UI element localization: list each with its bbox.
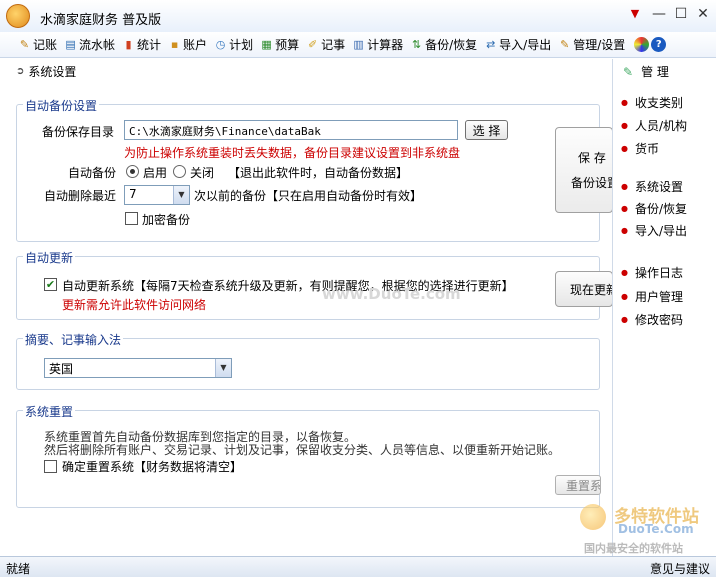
- feedback-link[interactable]: 意见与建议: [650, 560, 710, 577]
- confirm-reset-label[interactable]: 确定重置系统【财务数据将清空】: [62, 458, 242, 475]
- auto-backup-on-radio[interactable]: [126, 165, 139, 178]
- chevron-down-icon: ▼: [173, 186, 189, 204]
- bullet-icon: ●: [621, 204, 628, 213]
- bullet-icon: ●: [621, 315, 628, 324]
- watermark-center: www.DuoTe.com: [322, 285, 461, 303]
- toolbar-plan-button[interactable]: ◷ 计划: [214, 36, 253, 53]
- bullet-icon: ●: [621, 182, 628, 191]
- backup-group-title: 自动备份设置: [23, 97, 100, 114]
- auto-backup-off-label[interactable]: 关闭: [190, 164, 214, 181]
- sidebar-item-system-settings[interactable]: ● 系统设置: [621, 178, 683, 195]
- bar-chart-icon: ▮: [125, 38, 132, 51]
- auto-backup-off-radio[interactable]: [173, 165, 186, 178]
- update-network-note: 更新需允许此软件访问网络: [62, 298, 207, 312]
- toolbar-budget-button[interactable]: ▦ 预算: [260, 36, 299, 53]
- settings-page-icon: ➲: [16, 66, 25, 77]
- auto-backup-note: 【退出此软件时，自动备份数据】: [228, 166, 409, 180]
- sidebar-item-operation-log[interactable]: ● 操作日志: [621, 264, 683, 281]
- pen-icon: ✎: [19, 38, 30, 51]
- toolbar-account-button[interactable]: ▪ 账户: [168, 36, 207, 53]
- sidebar: ✎ 管 理 ● 收支类别 ● 人员/机构 ● 货币 ● 系统设置 ● 备份/恢复 ● 导入/…: [612, 59, 716, 556]
- toolbar-calculator-button[interactable]: ▥ 计算器: [352, 36, 403, 53]
- auto-backup-on-label[interactable]: 启用: [143, 164, 167, 181]
- calculator-icon: ▦: [261, 38, 272, 51]
- bullet-icon: ●: [621, 144, 628, 153]
- title-bar: 水滴家庭财务 普及版 ▼ — ☐ ✕: [0, 0, 716, 32]
- calc-icon: ▥: [353, 38, 364, 51]
- update-group-title: 自动更新: [23, 249, 76, 266]
- list-icon: ▤: [65, 38, 76, 51]
- sidebar-item-categories[interactable]: ● 收支类别: [621, 94, 683, 111]
- backup-warning: 为防止操作系统重装时丢失数据，备份目录建议设置到非系统盘: [124, 146, 461, 160]
- duote-logo-icon: [580, 504, 606, 530]
- update-now-button[interactable]: 现在更新: [555, 271, 613, 307]
- bullet-icon: ●: [621, 268, 628, 277]
- bullet-icon: ●: [621, 121, 628, 130]
- toolbar-settings-button[interactable]: ✎ 管理/设置: [558, 36, 625, 53]
- maximize-button[interactable]: ☐: [673, 6, 689, 22]
- status-bar: 就绪 意见与建议: [0, 556, 716, 577]
- reset-system-button[interactable]: 重置系统: [555, 475, 601, 495]
- wallet-icon: ▪: [170, 38, 179, 51]
- backup-dir-input[interactable]: C:\水滴家庭财务\Finance\dataBak: [124, 120, 458, 140]
- page-title: ➲ 系统设置: [16, 65, 77, 79]
- minimize-button[interactable]: —: [651, 6, 667, 22]
- sidebar-item-backup[interactable]: ● 备份/恢复: [621, 200, 687, 217]
- sidebar-item-persons[interactable]: ● 人员/机构: [621, 117, 687, 134]
- backup-icon: ⇅: [412, 38, 422, 51]
- skin-icon[interactable]: [634, 37, 650, 52]
- status-text: 就绪: [6, 562, 31, 576]
- input-method-group-title: 摘要、记事输入法: [23, 331, 124, 348]
- plan-icon: ◷: [215, 38, 226, 51]
- bullet-icon: ●: [621, 292, 628, 301]
- manage-icon: ✎: [623, 64, 634, 79]
- auto-update-checkbox[interactable]: ✔: [44, 278, 57, 291]
- sidebar-item-user-management[interactable]: ● 用户管理: [621, 288, 683, 305]
- save-backup-settings-button[interactable]: 保 存 备份设置: [555, 127, 613, 213]
- input-method-select[interactable]: 英国 ▼: [44, 358, 232, 378]
- help-icon[interactable]: ?: [651, 37, 667, 52]
- choose-dir-button[interactable]: 选 择: [465, 120, 508, 140]
- toolbar-import-export-button[interactable]: ⇄ 导入/导出: [484, 36, 551, 53]
- close-button[interactable]: ✕: [695, 6, 711, 22]
- import-export-icon: ⇄: [486, 38, 496, 51]
- sidebar-title: ✎ 管 理: [623, 64, 669, 80]
- menu-dropdown-icon[interactable]: ▼: [627, 6, 643, 22]
- sidebar-item-import-export[interactable]: ● 导入/导出: [621, 222, 687, 239]
- auto-backup-label: 自动备份: [68, 166, 117, 180]
- window-title: 水滴家庭财务 普及版: [40, 13, 162, 28]
- toolbar: ✎ 记账 ▤ 流水帐 ▮ 统计 ▪ 账户 ◷ 计划 ▦ 预算 ✐ 记事 ▥ 计算器 ⇅ 备份/恢复…: [0, 32, 716, 58]
- reset-group-title: 系统重置: [23, 403, 76, 420]
- note-icon: ✐: [307, 38, 318, 51]
- confirm-reset-checkbox[interactable]: [44, 460, 57, 473]
- bullet-icon: ●: [621, 98, 628, 107]
- toolbar-journal-button[interactable]: ▤ 流水帐: [64, 36, 115, 53]
- watermark-logo: 多特软件站 DuoTe.Com 国内最安全的软件站: [580, 500, 710, 556]
- backup-dir-label: 备份保存目录: [42, 125, 115, 139]
- settings-icon: ✎: [560, 38, 570, 51]
- toolbar-record-button[interactable]: ✎ 记账: [18, 36, 57, 53]
- encrypt-backup-checkbox[interactable]: [125, 212, 138, 225]
- auto-delete-label: 自动删除最近: [44, 189, 117, 203]
- sidebar-item-change-password[interactable]: ● 修改密码: [621, 311, 683, 328]
- reset-description-line2: 然后将删除所有账户、交易记录、计划及记事，保留收支分类、人员等信息、以便重新开始…: [44, 443, 561, 457]
- bullet-icon: ●: [621, 226, 628, 235]
- toolbar-stats-button[interactable]: ▮ 统计: [122, 36, 162, 53]
- toolbar-notes-button[interactable]: ✐ 记事: [306, 36, 345, 53]
- sidebar-item-currency[interactable]: ● 货币: [621, 140, 659, 157]
- app-logo-icon: [6, 4, 30, 28]
- chevron-down-icon: ▼: [215, 359, 231, 377]
- toolbar-backup-button[interactable]: ⇅ 备份/恢复: [410, 36, 477, 53]
- auto-delete-note: 次以前的备份【只在启用自动备份时有效】: [194, 189, 423, 203]
- encrypt-backup-label[interactable]: 加密备份: [142, 211, 190, 228]
- auto-delete-count-select[interactable]: 7 ▼: [124, 185, 190, 205]
